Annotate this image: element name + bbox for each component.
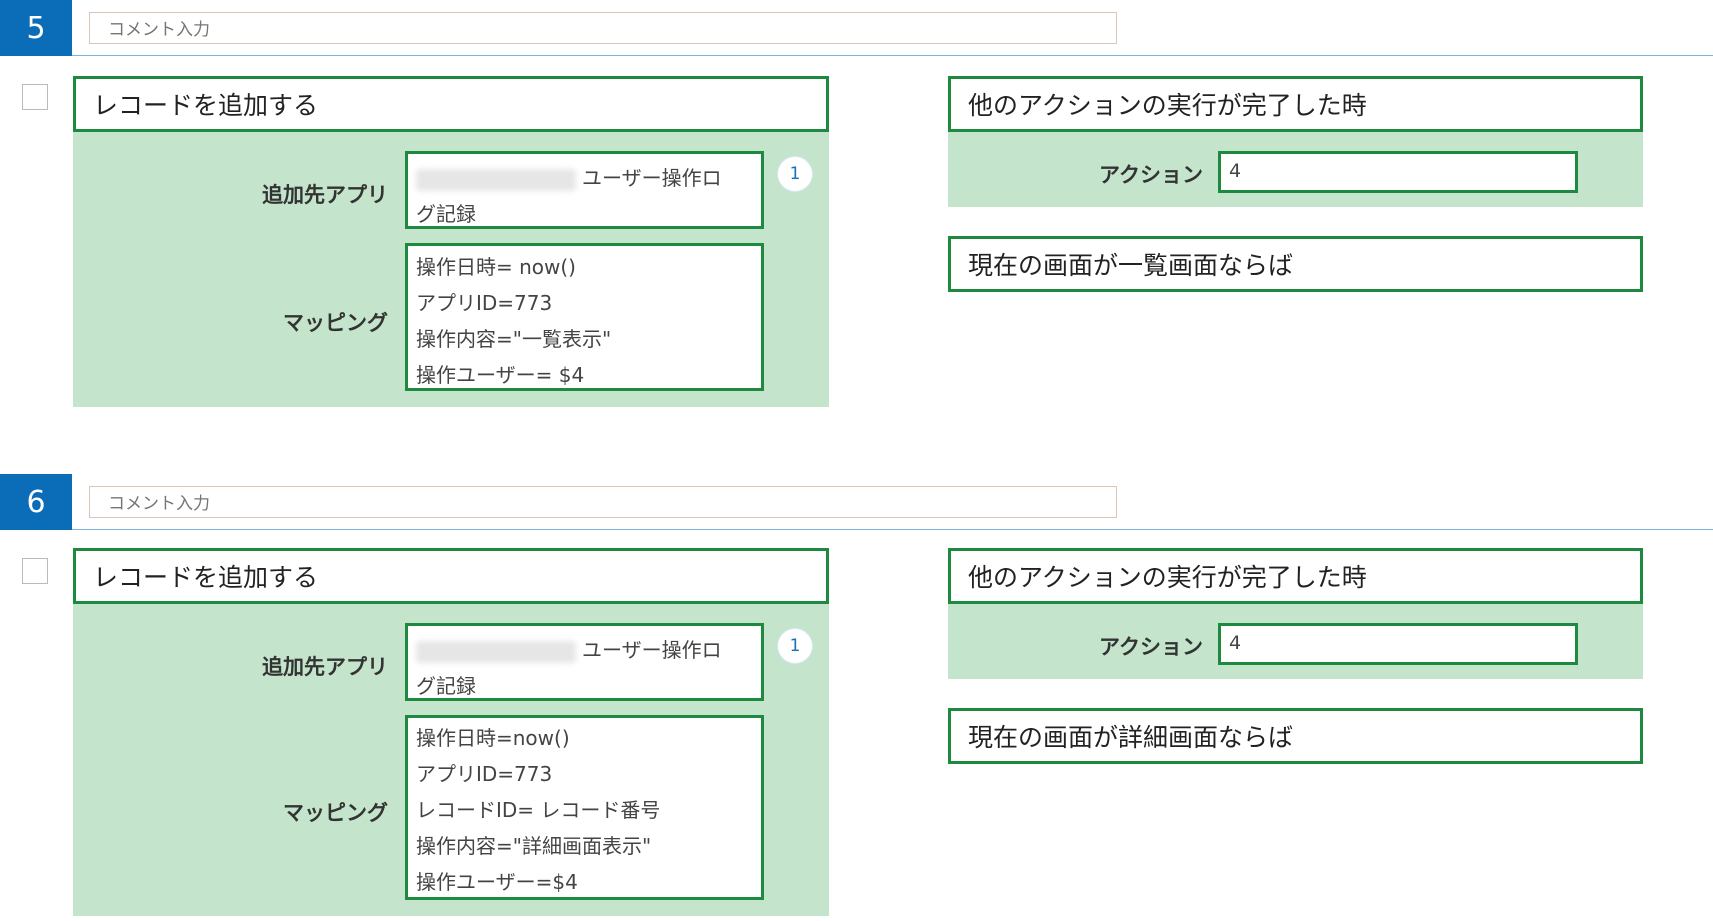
action-field[interactable]: 4 (1218, 151, 1578, 193)
target-app-field[interactable]: ユーザー操作ロ グ記録 (405, 151, 764, 229)
rule-header: 5 (0, 0, 1713, 56)
action-settings-panel: 追加先アプリ ユーザー操作ロ グ記録 1 マッピング 操作日時=now() アプ… (73, 604, 829, 916)
trigger-settings-panel: アクション 4 (948, 604, 1643, 679)
rule-checkbox[interactable] (22, 84, 48, 110)
target-app-field[interactable]: ユーザー操作ロ グ記録 (405, 623, 764, 701)
rule-number: 5 (0, 0, 72, 56)
rule-header: 6 (0, 474, 1713, 530)
mapping-line: 操作ユーザー= $4 (416, 363, 585, 387)
action-title[interactable]: レコードを追加する (73, 76, 829, 132)
mapping-line: 操作内容="詳細画面表示" (416, 834, 652, 858)
target-app-value-line1: ユーザー操作ロ (582, 166, 722, 190)
trigger-title[interactable]: 他のアクションの実行が完了した時 (948, 76, 1643, 132)
rule-checkbox[interactable] (22, 558, 48, 584)
mapping-line: レコードID= レコード番号 (416, 798, 661, 822)
mapping-line: 操作内容="一覧表示" (416, 327, 612, 351)
mapping-line: 操作日時=now() (416, 726, 570, 750)
mapping-label: マッピング (283, 311, 388, 335)
trigger-title[interactable]: 他のアクションの実行が完了した時 (948, 548, 1643, 604)
redacted-app-name (416, 168, 576, 191)
action-title[interactable]: レコードを追加する (73, 548, 829, 604)
trigger-settings-panel: アクション 4 (948, 132, 1643, 207)
condition-title[interactable]: 現在の画面が一覧画面ならば (948, 236, 1643, 292)
mapping-line: アプリID=773 (416, 291, 553, 315)
mapping-field[interactable]: 操作日時= now() アプリID=773 操作内容="一覧表示" 操作ユーザー… (405, 243, 764, 391)
rule-divider (72, 529, 1713, 530)
action-label: アクション (1099, 163, 1203, 187)
comment-input[interactable] (89, 12, 1117, 44)
comment-input[interactable] (89, 486, 1117, 518)
mapping-line: アプリID=773 (416, 762, 553, 786)
rule-5: 5 レコードを追加する 追加先アプリ ユーザー操作ロ グ記録 1 マッピング 操… (0, 0, 1713, 410)
condition-title[interactable]: 現在の画面が詳細画面ならば (948, 708, 1643, 764)
mapping-label: マッピング (283, 801, 388, 825)
target-app-label: 追加先アプリ (262, 183, 388, 207)
action-label: アクション (1099, 635, 1203, 659)
rule-divider (72, 55, 1713, 56)
rule-6: 6 レコードを追加する 追加先アプリ ユーザー操作ロ グ記録 1 マッピング 操… (0, 474, 1713, 921)
count-badge[interactable]: 1 (777, 156, 813, 192)
target-app-value-line1: ユーザー操作ロ (582, 638, 722, 662)
target-app-value-line2: グ記録 (416, 674, 476, 698)
action-field[interactable]: 4 (1218, 623, 1578, 665)
mapping-field[interactable]: 操作日時=now() アプリID=773 レコードID= レコード番号 操作内容… (405, 715, 764, 900)
action-settings-panel: 追加先アプリ ユーザー操作ロ グ記録 1 マッピング 操作日時= now() ア… (73, 132, 829, 407)
mapping-line: 操作ユーザー=$4 (416, 870, 578, 894)
mapping-line: 操作日時= now() (416, 255, 576, 279)
target-app-value-line2: グ記録 (416, 202, 476, 226)
redacted-app-name (416, 640, 576, 663)
target-app-label: 追加先アプリ (262, 655, 388, 679)
count-badge[interactable]: 1 (777, 628, 813, 664)
rule-number: 6 (0, 474, 72, 530)
